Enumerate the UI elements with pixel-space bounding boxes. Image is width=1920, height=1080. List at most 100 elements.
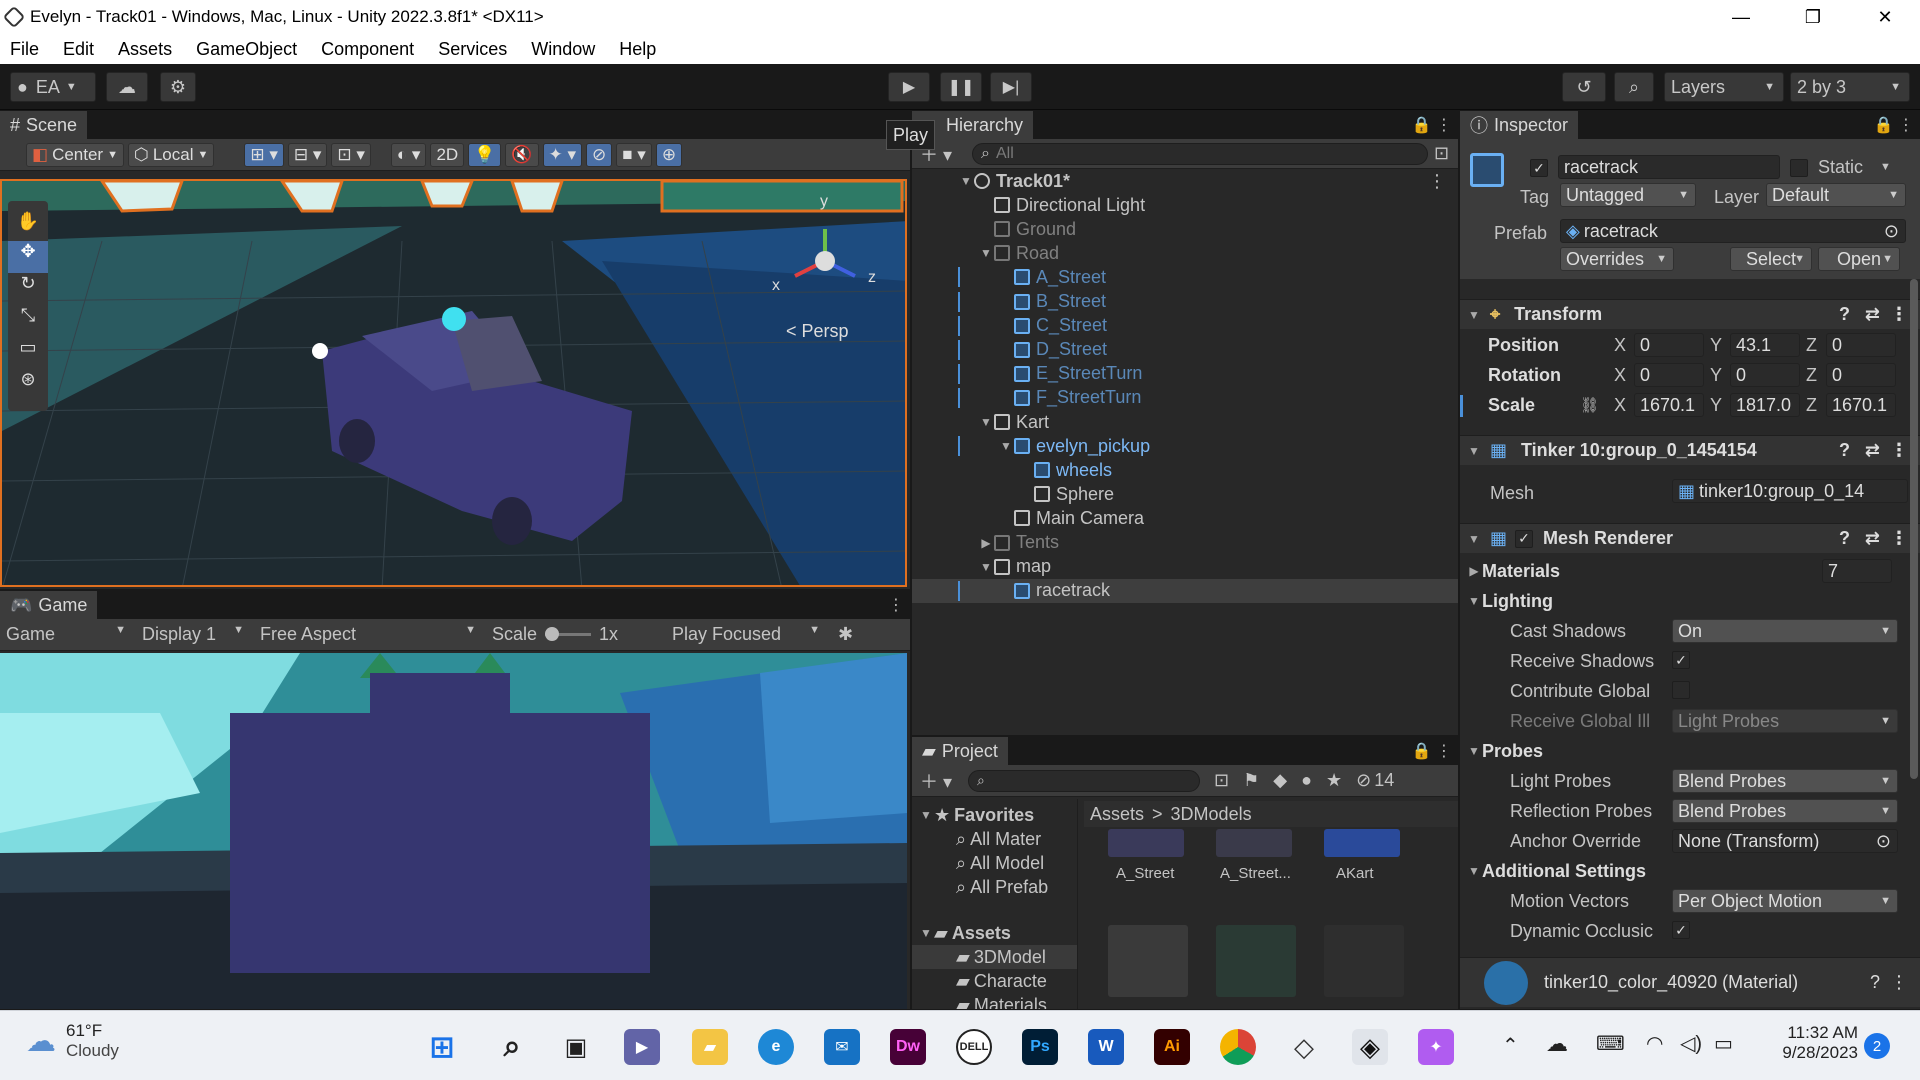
overrides-dropdown[interactable]: Overrides [1560, 247, 1674, 271]
rotate-tool-icon[interactable]: ↻ [8, 273, 48, 305]
transform-rotation-field[interactable]: 0 [1634, 363, 1704, 387]
foldout-arrow-icon[interactable]: ▶ [978, 536, 994, 550]
foldout-arrow-icon[interactable]: ▼ [958, 174, 974, 188]
grid-visibility-icon[interactable]: ⊟ ▾ [287, 142, 328, 167]
play-button[interactable]: ▶ [888, 72, 930, 102]
axis-label[interactable]: Z [1806, 335, 1817, 356]
presets-icon[interactable]: ⇄ [1865, 304, 1880, 325]
axis-label[interactable]: Z [1806, 395, 1817, 416]
axis-label[interactable]: Y [1710, 365, 1722, 386]
transform-tool-icon[interactable]: ⊛ [8, 369, 48, 401]
pivot-dropdown[interactable]: ◧ Center ▼ [26, 142, 124, 167]
hierarchy-lock-icon[interactable]: 🔒 ⋮ [1412, 115, 1452, 135]
weather-widget[interactable]: ☁ 61°F Cloudy [26, 1021, 119, 1061]
hierarchy-item[interactable]: C_Street [912, 314, 1458, 338]
audio-toggle-icon[interactable]: 🔇 [505, 142, 539, 167]
axis-label[interactable]: X [1614, 365, 1626, 386]
clock[interactable]: 11:32 AM 9/28/2023 [1760, 1023, 1858, 1063]
pause-button[interactable]: ❚❚ [940, 72, 982, 102]
hierarchy-item[interactable]: ▼ Track01* ⋮ [912, 169, 1458, 193]
cloud-icon[interactable]: ☁ [106, 72, 148, 102]
axis-label[interactable]: Z [1806, 365, 1817, 386]
alert-icon[interactable]: ● [1301, 770, 1312, 791]
mail-icon[interactable]: ✉ [824, 1029, 860, 1065]
asset-item[interactable]: AKart [1320, 829, 1420, 889]
scale-tool-icon[interactable]: ⤡ [8, 305, 48, 337]
reflection-probes-dropdown[interactable]: Blend Probes [1672, 799, 1898, 823]
menu-window[interactable]: Window [519, 39, 607, 60]
notification-badge[interactable]: 2 [1864, 1033, 1890, 1059]
show-hidden-icons[interactable]: ⌃ [1502, 1033, 1519, 1058]
hierarchy-item[interactable]: ▼ map [912, 555, 1458, 579]
transform-position-field[interactable]: 43.1 [1730, 333, 1800, 357]
active-checkbox[interactable]: ✓ [1530, 159, 1548, 177]
shading-mode-icon[interactable]: ◐ ▾ [390, 142, 427, 167]
help-icon[interactable]: ? [1839, 528, 1850, 549]
battery-icon[interactable]: ▭ [1714, 1031, 1733, 1056]
hierarchy-item[interactable]: ▶ Tents [912, 531, 1458, 555]
star-icon[interactable]: ★ [1326, 770, 1342, 791]
unity-hub-icon[interactable]: ◇ [1286, 1029, 1322, 1065]
step-button[interactable]: ▶| [990, 72, 1032, 102]
folder-item[interactable]: ▰ 3DModel [912, 945, 1077, 969]
layers-dropdown[interactable]: Layers ▼ [1664, 72, 1784, 102]
search-icon[interactable]: ⌕ [1614, 72, 1654, 102]
menu-assets[interactable]: Assets [106, 39, 184, 60]
game-view-dropdown[interactable]: Game ▼ [0, 624, 130, 645]
word-icon[interactable]: W [1088, 1029, 1124, 1065]
help-icon[interactable]: ? [1839, 440, 1850, 461]
file-explorer-icon[interactable]: ▰ [692, 1029, 728, 1065]
cast-shadows-dropdown[interactable]: On [1672, 619, 1898, 643]
folder-item[interactable]: ▰ Materials [912, 993, 1077, 1010]
layout-dropdown[interactable]: 2 by 3 ▼ [1790, 72, 1910, 102]
favorites-header[interactable]: ▼ ★ Favorites [912, 803, 1077, 827]
menu-component[interactable]: Component [309, 39, 426, 60]
asset-thumbnail[interactable] [1108, 925, 1188, 997]
axis-label[interactable]: Y [1710, 335, 1722, 356]
tab-scene[interactable]: # Scene [0, 111, 88, 139]
transform-scale-field[interactable]: 1670.1 [1634, 393, 1704, 417]
transform-position-field[interactable]: 0 [1634, 333, 1704, 357]
menu-edit[interactable]: Edit [51, 39, 106, 60]
display-dropdown[interactable]: Display 1 ▼ [130, 624, 248, 645]
folder-item[interactable]: ▰ Characte [912, 969, 1077, 993]
hidden-objects-icon[interactable]: ⊘ [586, 142, 613, 167]
mesh-filter-header[interactable]: ▼ ▦ Tinker 10:group_0_1454154 ? ⇄ ⋮ [1460, 435, 1920, 465]
move-tool-icon[interactable]: ✥ [8, 241, 48, 273]
motion-vectors-dropdown[interactable]: Per Object Motion [1672, 889, 1898, 913]
onedrive-icon[interactable]: ☁ [1546, 1031, 1568, 1057]
presets-icon[interactable]: ⇄ [1865, 440, 1880, 461]
hierarchy-item[interactable]: Directional Light [912, 193, 1458, 217]
asset-item[interactable]: A_Street... [1212, 829, 1312, 889]
inspector-scrollbar[interactable] [1910, 279, 1918, 779]
minimize-button[interactable]: — [1712, 0, 1770, 34]
static-checkbox[interactable] [1790, 159, 1808, 177]
effects-toggle-icon[interactable]: ✦ ▾ [542, 142, 583, 167]
mesh-renderer-enabled-checkbox[interactable]: ✓ [1515, 529, 1534, 548]
hierarchy-filter-icon[interactable]: ⊡ [1434, 143, 1449, 164]
component-menu-icon[interactable]: ⋮ [1890, 972, 1908, 993]
select-button[interactable]: Select [1730, 247, 1812, 271]
asset-thumbnail[interactable] [1216, 925, 1296, 997]
space-dropdown[interactable]: ⬡ Local ▼ [127, 142, 215, 167]
hierarchy-item[interactable]: D_Street [912, 338, 1458, 362]
transform-position-field[interactable]: 0 [1826, 333, 1896, 357]
transform-rotation-field[interactable]: 0 [1826, 363, 1896, 387]
start-icon[interactable]: ⊞ [424, 1029, 460, 1065]
tab-project[interactable]: ▰ Project [912, 737, 1008, 765]
dreamweaver-icon[interactable]: Dw [890, 1029, 926, 1065]
prefab-field[interactable]: ◈ racetrack ⊙ [1560, 219, 1906, 243]
hierarchy-item[interactable]: ▼ Kart [912, 410, 1458, 434]
play-mode-dropdown[interactable]: Play Focused ▼ [662, 624, 824, 645]
search-by-type-icon[interactable]: ⊡ [1214, 770, 1229, 791]
hierarchy-item[interactable]: E_StreetTurn [912, 362, 1458, 386]
hand-tool-icon[interactable]: ✋ [8, 211, 48, 241]
dell-icon[interactable]: DELL [956, 1029, 992, 1065]
hierarchy-item[interactable]: ▼ Road [912, 241, 1458, 265]
menu-gameobject[interactable]: GameObject [184, 39, 309, 60]
inspector-lock-icon[interactable]: 🔒 ⋮ [1874, 115, 1914, 135]
keyboard-icon[interactable]: ⌨ [1596, 1031, 1625, 1056]
materials-count-field[interactable]: 7 [1822, 559, 1892, 583]
projection-toggle[interactable]: < Persp [786, 321, 849, 342]
menu-file[interactable]: File [0, 39, 51, 60]
